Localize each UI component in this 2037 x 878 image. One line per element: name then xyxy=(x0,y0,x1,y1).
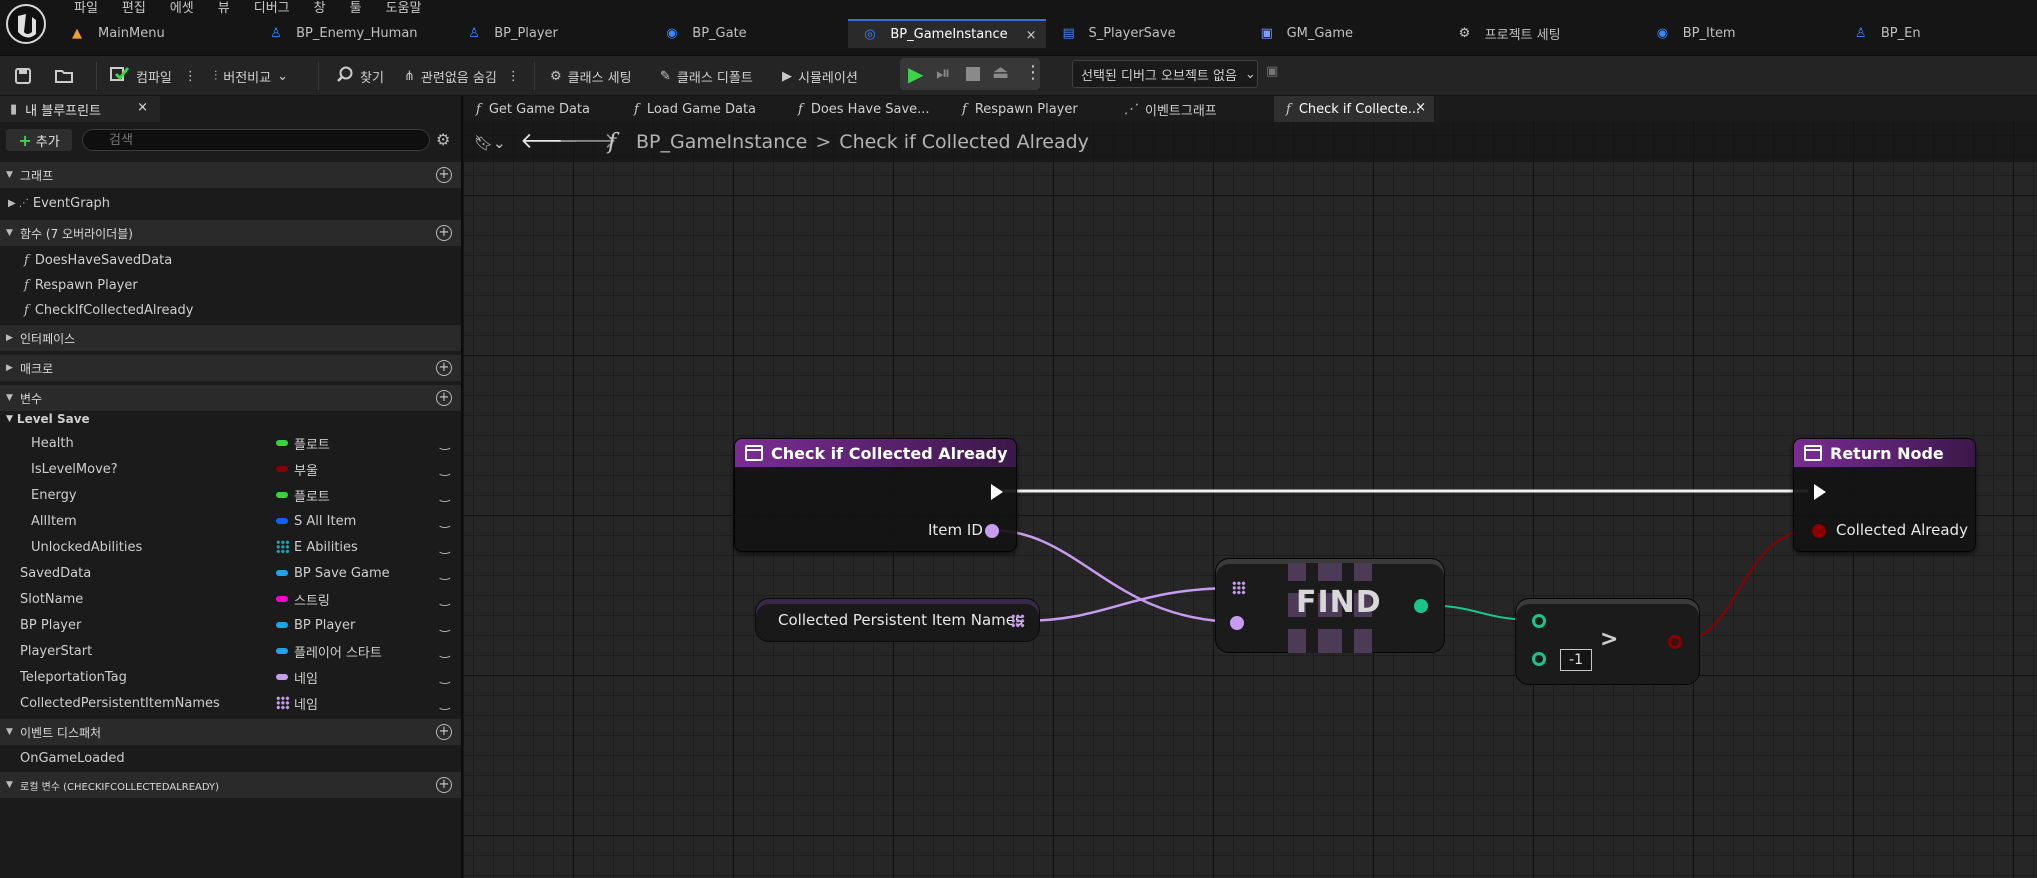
graph-wires xyxy=(989,489,1814,643)
compare-constant-input[interactable]: -1 xyxy=(1560,649,1592,671)
function-entry-header: Check if Collected Already xyxy=(735,439,1016,467)
collected-already-pin[interactable] xyxy=(1812,524,1826,538)
collected-persistent-item-names-getter[interactable]: Collected Persistent Item Names xyxy=(755,598,1040,642)
collected-already-pin-label: Collected Already xyxy=(1836,521,1968,539)
item-id-pin-label: Item ID xyxy=(928,521,983,539)
find-node[interactable]: FIND xyxy=(1215,558,1445,653)
function-node-icon xyxy=(745,445,763,461)
variable-getter-label: Collected Persistent Item Names xyxy=(778,611,1023,629)
return-node[interactable]: Return Node Collected Already xyxy=(1793,438,1976,552)
compare-operator-label: > xyxy=(1600,627,1619,652)
return-node-title: Return Node xyxy=(1830,443,1944,463)
function-entry-title: Check if Collected Already xyxy=(771,443,1008,463)
find-item-input-pin[interactable] xyxy=(1230,616,1244,630)
find-index-output-pin[interactable] xyxy=(1414,599,1428,613)
item-id-pin[interactable] xyxy=(985,524,999,538)
compare-result-pin[interactable] xyxy=(1668,635,1682,649)
function-entry-node[interactable]: Check if Collected Already Item ID xyxy=(734,438,1017,552)
function-node-icon xyxy=(1804,445,1822,461)
find-node-label: FIND xyxy=(1296,585,1382,620)
compare-a-pin[interactable] xyxy=(1532,614,1546,628)
return-node-header: Return Node xyxy=(1794,439,1975,467)
greater-than-node[interactable]: -1 > xyxy=(1515,598,1700,685)
exec-out-pin[interactable] xyxy=(991,484,1003,500)
compare-b-pin[interactable] xyxy=(1532,652,1546,666)
find-array-input-pin[interactable] xyxy=(1232,581,1246,595)
exec-in-pin[interactable] xyxy=(1814,484,1826,500)
array-pin[interactable] xyxy=(1011,614,1025,628)
